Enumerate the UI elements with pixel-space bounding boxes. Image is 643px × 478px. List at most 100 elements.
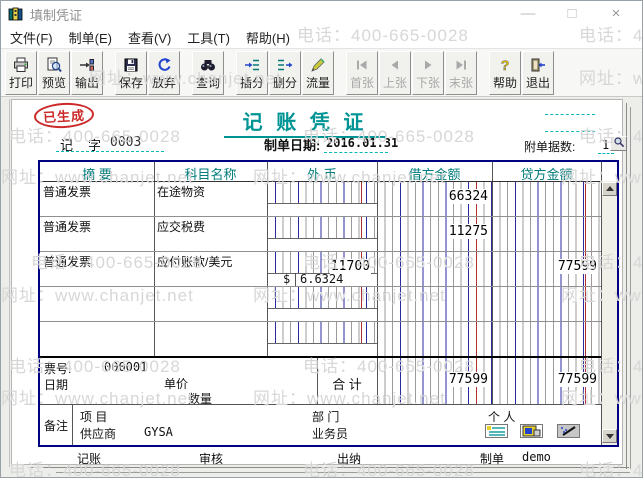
exit-door-icon [530,57,546,76]
arrow-up-icon [606,186,614,191]
export-icon [79,57,95,76]
voucher-page: 已生成 记 账 凭 证 记 字 0003 制单日期: 2016.01.31 附单… [11,99,623,465]
query-button[interactable]: 查询 [192,51,224,95]
maximize-button[interactable]: □ [563,5,581,22]
first-voucher-button[interactable]: 首张 [346,51,378,95]
help-button[interactable]: ? 帮助 [489,51,521,95]
dashed-field-line [56,151,164,152]
attachments-value[interactable]: 1 [602,138,609,152]
delete-split-button[interactable]: 删分 [269,51,301,95]
total-credit: 77599 [492,372,598,387]
menu-bar: 文件(F) 制单(E) 查看(V) 工具(T) 帮助(H) [1,27,642,48]
maker-label: 制单 [480,450,504,467]
project-label[interactable]: 项 目 [80,408,107,425]
print-button[interactable]: 打印 [5,51,37,95]
undo-icon [156,57,172,76]
svg-text:?: ? [501,57,510,73]
header-account: 科目名称 [154,164,267,183]
dashed-field-line [545,114,595,115]
account-cell[interactable]: 在途物资 [157,183,205,200]
debit-amount-cell[interactable]: 66324 [377,189,489,204]
magic-wand-icon-button[interactable] [557,424,580,438]
status-stamp: 已生成 [33,101,94,129]
menu-file[interactable]: 文件(F) [10,28,53,47]
summary-cell[interactable]: 普通发票 [43,253,91,270]
menu-tools[interactable]: 工具(T) [187,28,230,47]
exchange-rate-cell[interactable]: 6.6324 [300,272,343,286]
arrow-down-icon [606,434,614,439]
dashed-field-line [324,152,388,153]
supplier-label: 供应商 [80,425,116,442]
prev-voucher-button[interactable]: 上张 [379,51,411,95]
prev-page-icon [387,57,403,76]
discard-button[interactable]: 放弃 [148,51,180,95]
quantity-label: 数量 [188,390,212,407]
header-foreign-currency: 外 币 [267,164,377,183]
attachments-zoom-button[interactable] [610,136,627,151]
flow-button[interactable]: 流量 [302,51,334,95]
menu-view[interactable]: 查看(V) [128,28,171,47]
supplier-value[interactable]: GYSA [144,425,173,439]
header-credit: 贷方金额 [492,164,601,183]
preview-icon [46,57,62,76]
unit-price-label: 单价 [164,375,188,392]
salesman-label[interactable]: 业务员 [312,425,348,442]
total-label: 合 计 [317,374,377,393]
page-stack-edge [630,107,631,469]
credit-amount-cell[interactable]: 77599 [492,259,598,274]
dashed-field-line [598,153,614,154]
vertical-scrollbar[interactable] [602,181,617,445]
scroll-down-button[interactable] [602,429,617,443]
last-voucher-button[interactable]: 末张 [445,51,477,95]
pen-icon [310,57,326,76]
next-voucher-button[interactable]: 下张 [412,51,444,95]
link-document-icon-button[interactable] [520,424,543,438]
menu-help[interactable]: 帮助(H) [246,28,290,47]
cashier-label: 出纳 [337,450,361,467]
account-cell[interactable]: 应付账款/美元 [157,253,232,270]
printer-icon [13,57,29,76]
next-page-icon [420,57,436,76]
exit-button[interactable]: 退出 [522,51,554,95]
save-button[interactable]: 保存 [115,51,147,95]
make-date-value[interactable]: 2016.01.31 [326,136,398,150]
page-stack-edge [626,103,627,469]
page-edge-line [9,99,10,467]
ticket-value[interactable]: 000001 [104,360,147,374]
department-label[interactable]: 部 门 [312,408,339,425]
currency-symbol: $ [283,272,290,286]
titlebar: 填制凭证 — □ × [1,1,642,27]
remark-label: 备注 [40,417,72,434]
bookkeeper-label: 记账 [77,450,101,467]
window-title: 填制凭证 [30,5,82,24]
dashed-field-line [545,131,595,132]
memo-icon-button[interactable] [485,424,508,438]
make-date-label: 制单日期: [264,135,320,154]
voucher-title: 记 账 凭 证 [224,106,386,138]
voucher-number-field[interactable]: 0003 [110,135,141,150]
insert-split-icon [244,57,260,76]
magnifier-icon [613,136,625,151]
menu-make[interactable]: 制单(E) [69,28,112,47]
account-cell[interactable]: 应交税费 [157,218,205,235]
app-icon [8,6,24,22]
scroll-up-button[interactable] [602,182,617,196]
summary-cell[interactable]: 普通发票 [43,183,91,200]
help-icon: ? [497,57,513,76]
client-area: 已生成 记 账 凭 证 记 字 0003 制单日期: 2016.01.31 附单… [1,97,642,478]
voucher-grid: 摘 要 科目名称 外 币 借方金额 贷方金额 普通发票 在途物资 66324 普… [38,160,619,447]
save-icon [123,57,139,76]
export-button[interactable]: 输出 [71,51,103,95]
close-button[interactable]: × [607,5,625,22]
binoculars-icon [200,57,216,76]
insert-split-button[interactable]: 插分 [236,51,268,95]
person-label[interactable]: 个 人 [488,408,515,425]
last-page-icon [453,57,469,76]
summary-cell[interactable]: 普通发票 [43,218,91,235]
ticket-label: 票号: [44,360,71,377]
minimize-button[interactable]: — [519,5,537,22]
maker-value: demo [522,450,551,464]
preview-button[interactable]: 预览 [38,51,70,95]
debit-amount-cell[interactable]: 11275 [377,224,489,239]
page-stack-edge [56,472,630,473]
